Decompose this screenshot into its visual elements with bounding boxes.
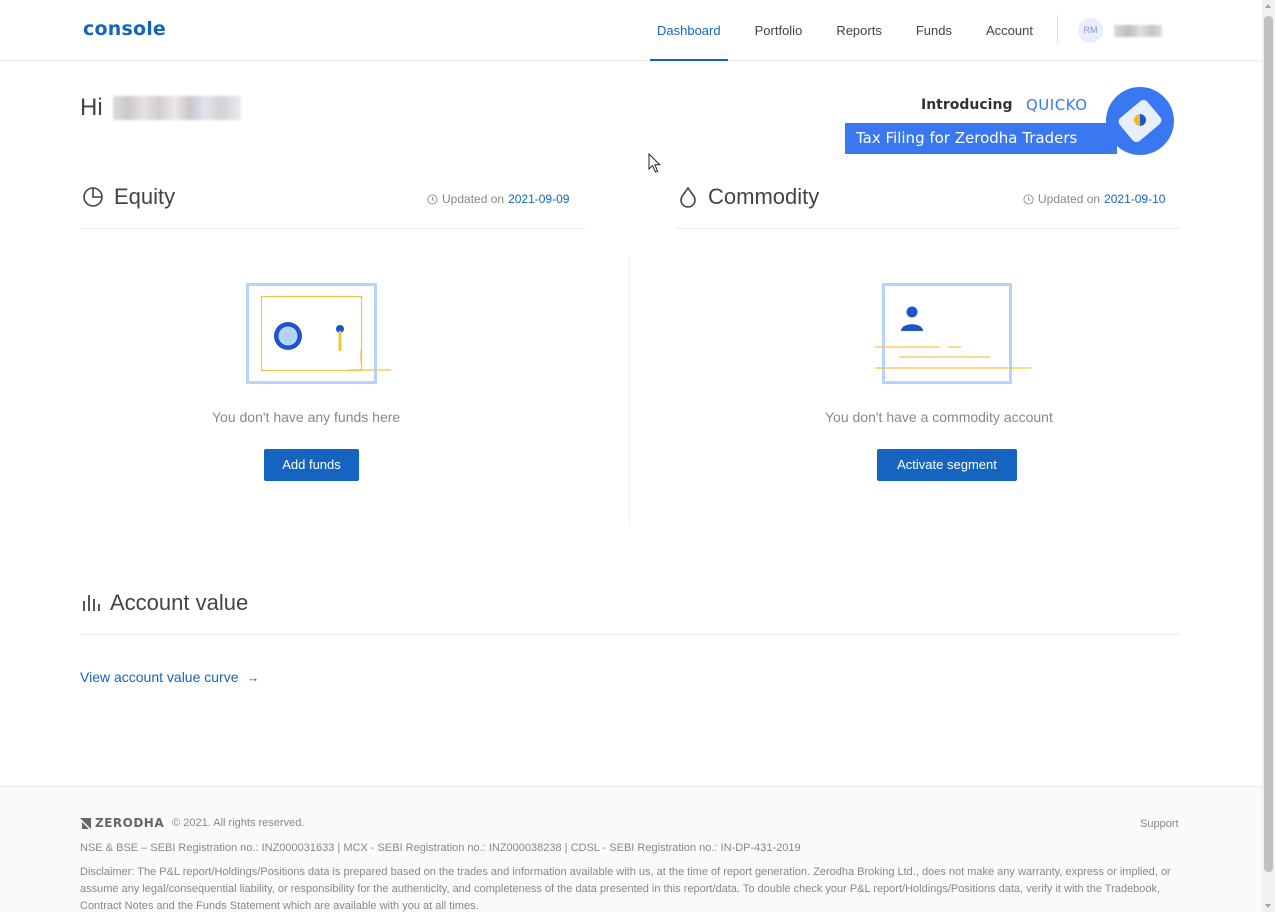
footer-disclaimer: Disclaimer: The P&L report/Holdings/Posi… — [80, 866, 1171, 912]
nav-account[interactable]: Account — [969, 0, 1050, 61]
scroll-thumb[interactable] — [1264, 16, 1273, 872]
user-name-redacted — [112, 96, 241, 120]
banner-intro-text: Introducing — [921, 97, 1013, 113]
commodity-updated-label: Updated on — [1038, 192, 1101, 206]
console-logo[interactable]: console — [83, 18, 166, 40]
commodity-empty-message: You don't have a commodity account — [825, 409, 1053, 425]
nav-dashboard[interactable]: Dashboard — [640, 0, 738, 61]
greeting: Hi — [80, 94, 241, 122]
account-value-title: Account value — [110, 590, 249, 615]
user-id-redacted[interactable] — [1114, 25, 1162, 37]
equity-empty-message: You don't have any funds here — [212, 409, 401, 425]
equity-title: Equity — [114, 184, 176, 209]
equity-updated-label: Updated on — [442, 192, 505, 206]
account-value-divider — [80, 634, 1180, 635]
funds-safe-illustration — [246, 283, 391, 384]
equity-divider — [80, 228, 586, 229]
quicko-promo-banner[interactable]: Introducing QUICKO Tax Filing for Zerodh… — [845, 87, 1175, 157]
footer: ZERODHA © 2021. All rights reserved. Sup… — [0, 786, 1262, 912]
commodity-divider — [675, 228, 1180, 229]
equity-header: Equity — [82, 184, 175, 210]
commodity-title: Commodity — [708, 184, 820, 209]
quicko-logo-icon — [1106, 87, 1174, 155]
activate-segment-button[interactable]: Activate segment — [877, 449, 1017, 481]
commodity-updated: Updated on 2021-09-10 — [1023, 192, 1165, 206]
main-nav: Dashboard Portfolio Reports Funds Accoun… — [640, 0, 1050, 61]
page-scrollbar[interactable] — [1262, 0, 1275, 912]
commodity-updated-date: 2021-09-10 — [1104, 192, 1166, 206]
equity-updated-date: 2021-09-09 — [508, 192, 570, 206]
bar-chart-icon — [83, 595, 100, 611]
clock-icon — [1023, 193, 1034, 205]
drop-icon — [680, 186, 696, 208]
account-value-header: Account value — [82, 590, 248, 616]
top-navbar: console Dashboard Portfolio Reports Fund… — [0, 0, 1262, 61]
banner-tagline: Tax Filing for Zerodha Traders — [845, 123, 1117, 154]
commodity-header: Commodity — [678, 184, 819, 210]
scroll-down-arrow-icon[interactable] — [1265, 904, 1271, 908]
mouse-cursor-icon — [648, 153, 662, 173]
zerodha-logo-icon — [80, 817, 91, 829]
nav-divider — [1057, 15, 1058, 45]
footer-brand: ZERODHA © 2021. All rights reserved. — [80, 816, 304, 830]
avatar[interactable]: RM — [1078, 18, 1103, 43]
footer-copyright: © 2021. All rights reserved. — [172, 817, 305, 829]
add-funds-button[interactable]: Add funds — [264, 449, 359, 481]
view-account-value-curve-link[interactable]: View account value curve → — [80, 669, 260, 685]
nav-portfolio[interactable]: Portfolio — [738, 0, 820, 61]
commodity-account-illustration — [875, 283, 1031, 384]
account-value-link-label[interactable]: View account value curve — [80, 669, 239, 685]
banner-brand-name: QUICKO — [1026, 96, 1088, 114]
nav-funds[interactable]: Funds — [899, 0, 969, 61]
footer-registration: NSE & BSE – SEBI Registration no.: INZ00… — [80, 842, 801, 854]
clock-icon — [427, 193, 438, 205]
nav-reports[interactable]: Reports — [819, 0, 899, 61]
footer-brand-name: ZERODHA — [95, 816, 165, 830]
greeting-prefix: Hi — [80, 94, 103, 121]
column-divider — [629, 258, 630, 525]
support-link[interactable]: Support — [1140, 818, 1179, 830]
arrow-right-icon[interactable]: → — [247, 670, 260, 685]
equity-updated: Updated on 2021-09-09 — [427, 192, 569, 206]
pie-chart-icon — [83, 187, 103, 207]
scroll-up-arrow-icon[interactable] — [1265, 4, 1271, 8]
